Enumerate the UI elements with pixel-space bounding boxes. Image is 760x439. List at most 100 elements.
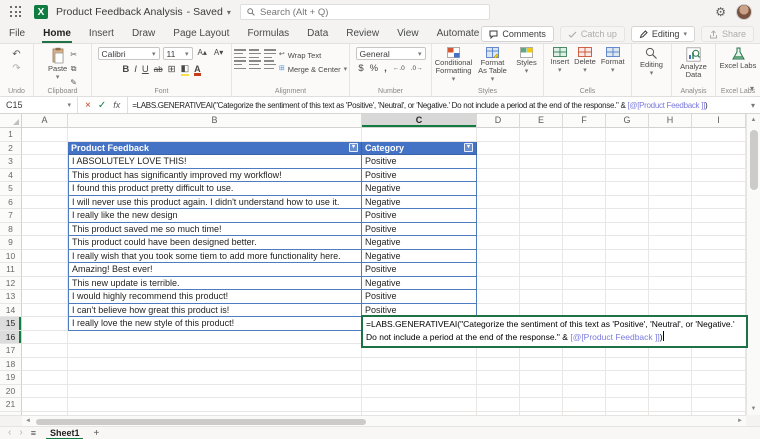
cell-G5[interactable]: [606, 182, 649, 196]
cell-H3[interactable]: [649, 155, 692, 169]
cell-B10[interactable]: I really wish that you took some tiem to…: [68, 250, 362, 264]
strikethrough-button[interactable]: ab: [154, 65, 163, 74]
number-format-select[interactable]: General▾: [356, 47, 426, 60]
cell-E10[interactable]: [520, 250, 563, 264]
cell-C19[interactable]: [362, 371, 477, 385]
cell-G12[interactable]: [606, 277, 649, 291]
cut-icon[interactable]: ✂: [70, 49, 77, 61]
cell-E11[interactable]: [520, 263, 563, 277]
tab-automate[interactable]: Automate: [428, 24, 489, 44]
cell-E6[interactable]: [520, 196, 563, 210]
cell-A21[interactable]: [22, 398, 68, 412]
cell-H9[interactable]: [649, 236, 692, 250]
cell-I9[interactable]: [692, 236, 746, 250]
row-header-8[interactable]: 8: [0, 223, 22, 237]
row-header-4[interactable]: 4: [0, 169, 22, 183]
tab-file[interactable]: File: [0, 24, 34, 44]
cell-H5[interactable]: [649, 182, 692, 196]
undo-icon[interactable]: ↶: [12, 49, 20, 61]
cell-C3[interactable]: Positive: [362, 155, 477, 169]
comments-button[interactable]: Comments: [481, 26, 554, 42]
sheet-list-icon[interactable]: ≡: [31, 428, 36, 438]
cancel-icon[interactable]: ×: [85, 100, 91, 111]
cell-B6[interactable]: I will never use this product again. I d…: [68, 196, 362, 210]
formula-input[interactable]: =LABS.GENERATIVEAI("Categorize the senti…: [128, 101, 746, 110]
row-header-1[interactable]: 1: [0, 128, 22, 142]
cell-A4[interactable]: [22, 169, 68, 183]
cell-E13[interactable]: [520, 290, 563, 304]
cell-G2[interactable]: [606, 142, 649, 156]
cell-E3[interactable]: [520, 155, 563, 169]
cell-I5[interactable]: [692, 182, 746, 196]
cell-E4[interactable]: [520, 169, 563, 183]
enter-icon[interactable]: ✓: [98, 100, 106, 111]
filter-button[interactable]: ▾: [349, 143, 358, 152]
cell-G9[interactable]: [606, 236, 649, 250]
column-header-F[interactable]: F: [563, 114, 606, 128]
row-header-21[interactable]: 21: [0, 398, 22, 412]
cell-B13[interactable]: I would highly recommend this product!: [68, 290, 362, 304]
editing-menu-button[interactable]: Editing▾: [640, 47, 663, 78]
filter-button[interactable]: ▾: [464, 143, 473, 152]
cell-E20[interactable]: [520, 385, 563, 399]
cell-A17[interactable]: [22, 344, 68, 358]
cell-F20[interactable]: [563, 385, 606, 399]
cell-H2[interactable]: [649, 142, 692, 156]
cell-D11[interactable]: [477, 263, 520, 277]
cell-B21[interactable]: [68, 398, 362, 412]
cell-I10[interactable]: [692, 250, 746, 264]
cell-H6[interactable]: [649, 196, 692, 210]
cell-F9[interactable]: [563, 236, 606, 250]
scroll-down-icon[interactable]: ▼: [751, 405, 757, 413]
cell-H21[interactable]: [649, 398, 692, 412]
conditional-formatting-button[interactable]: Conditional Formatting▾: [437, 47, 471, 84]
cell-I7[interactable]: [692, 209, 746, 223]
cell-C21[interactable]: [362, 398, 477, 412]
row-header-7[interactable]: 7: [0, 209, 22, 223]
cell-C13[interactable]: Positive: [362, 290, 477, 304]
row-header-13[interactable]: 13: [0, 290, 22, 304]
comma-style-icon[interactable]: ,: [384, 63, 387, 74]
analyze-data-button[interactable]: Analyze Data: [672, 47, 715, 79]
scroll-left-icon[interactable]: ◄: [25, 417, 31, 425]
cell-A14[interactable]: [22, 304, 68, 318]
cell-A11[interactable]: [22, 263, 68, 277]
cell-A18[interactable]: [22, 358, 68, 372]
cell-I2[interactable]: [692, 142, 746, 156]
row-header-15[interactable]: 15: [0, 317, 22, 331]
cell-F6[interactable]: [563, 196, 606, 210]
cell-E19[interactable]: [520, 371, 563, 385]
cell-D18[interactable]: [477, 358, 520, 372]
scroll-up-icon[interactable]: ▲: [751, 116, 757, 124]
horizontal-scroll-thumb[interactable]: [36, 419, 366, 425]
tab-formulas[interactable]: Formulas: [238, 24, 298, 44]
cell-E9[interactable]: [520, 236, 563, 250]
column-header-I[interactable]: I: [692, 114, 746, 128]
cell-A10[interactable]: [22, 250, 68, 264]
cell-E2[interactable]: [520, 142, 563, 156]
cell-C18[interactable]: [362, 358, 477, 372]
cell-D8[interactable]: [477, 223, 520, 237]
cell-B11[interactable]: Amazing! Best ever!: [68, 263, 362, 277]
cell-C4[interactable]: Positive: [362, 169, 477, 183]
row-header-2[interactable]: 2: [0, 142, 22, 156]
cell-G4[interactable]: [606, 169, 649, 183]
tab-review[interactable]: Review: [337, 24, 388, 44]
tab-view[interactable]: View: [388, 24, 428, 44]
cell-I20[interactable]: [692, 385, 746, 399]
cell-A12[interactable]: [22, 277, 68, 291]
vertical-scrollbar[interactable]: ▲ ▼: [746, 114, 760, 415]
cell-B5[interactable]: I found this product pretty difficult to…: [68, 182, 362, 196]
font-name-select[interactable]: Calibri▾: [98, 47, 160, 60]
cell-E7[interactable]: [520, 209, 563, 223]
increase-decimal-icon[interactable]: ←.0: [393, 65, 405, 72]
cell-A7[interactable]: [22, 209, 68, 223]
cell-C6[interactable]: Negative: [362, 196, 477, 210]
cell-G7[interactable]: [606, 209, 649, 223]
cell-C10[interactable]: Negative: [362, 250, 477, 264]
excel-labs-button[interactable]: Excel Labs: [720, 47, 757, 70]
cell-F19[interactable]: [563, 371, 606, 385]
cell-editor[interactable]: =LABS.GENERATIVEAI("Categorize the senti…: [361, 315, 748, 348]
grow-font-icon[interactable]: A▴: [196, 47, 209, 60]
bold-button[interactable]: B: [122, 64, 129, 75]
